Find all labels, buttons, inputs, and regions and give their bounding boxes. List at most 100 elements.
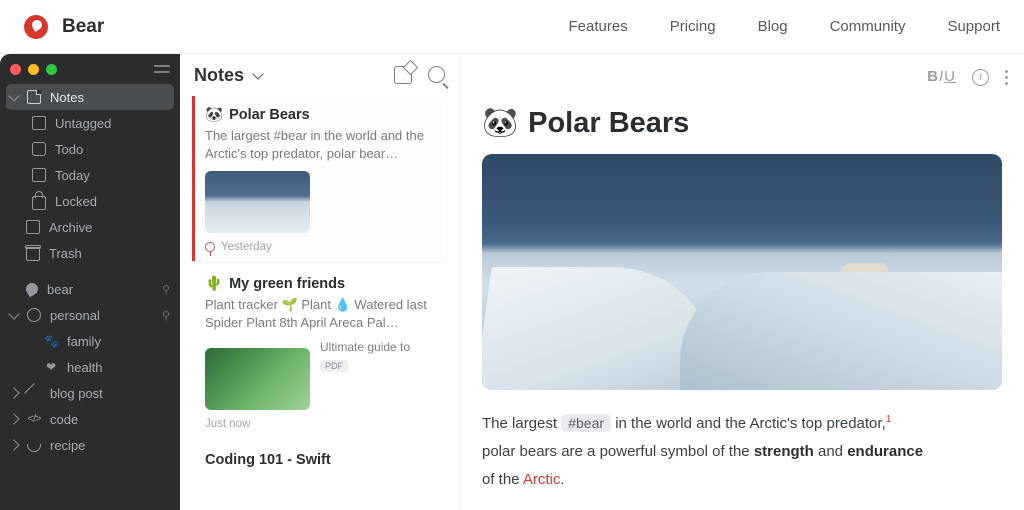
tag-item-bear[interactable]: bear ⚲ <box>0 276 180 302</box>
app-sidebar: Notes Untagged Todo Today Locked Archive… <box>0 54 180 510</box>
info-icon[interactable]: i <box>972 69 989 86</box>
tag-icon <box>32 116 46 130</box>
note-preview: Plant tracker 🌱 Plant 💧 Watered last Spi… <box>205 296 437 332</box>
nav-community[interactable]: Community <box>830 18 906 35</box>
tag-label: blog post <box>50 386 103 401</box>
sidebar-label: Untagged <box>55 116 111 131</box>
archive-icon <box>26 220 40 234</box>
tag-item-family[interactable]: 🐾 family <box>0 328 180 354</box>
sidebar-item-today[interactable]: Today <box>0 162 180 188</box>
chevron-right-icon <box>8 439 19 450</box>
pin-icon: ⚲ <box>162 309 170 322</box>
window-close-button[interactable] <box>10 64 21 75</box>
chevron-down-icon[interactable] <box>252 68 263 79</box>
attachment-type-badge: PDF <box>320 360 348 372</box>
face-icon <box>27 308 41 322</box>
plant-icon: 🌵 <box>205 275 223 292</box>
tag-item-health[interactable]: ❤ health <box>0 354 180 380</box>
note-list: 🐼 Polar Bears The largest #bear in the w… <box>180 96 459 510</box>
sidebar-item-todo[interactable]: Todo <box>0 136 180 162</box>
trash-icon <box>26 247 40 261</box>
hashtag-chip[interactable]: #bear <box>561 414 611 432</box>
nav-support[interactable]: Support <box>947 18 1000 35</box>
checkbox-icon <box>32 142 46 156</box>
document-title[interactable]: 🐼 Polar Bears <box>482 106 1002 140</box>
note-card-polar-bears[interactable]: 🐼 Polar Bears The largest #bear in the w… <box>192 96 447 261</box>
sidebar-label: Locked <box>55 194 97 209</box>
brand-name: Bear <box>62 16 104 38</box>
tag-item-recipe[interactable]: recipe <box>0 432 180 458</box>
sidebar-label: Archive <box>49 220 92 235</box>
tag-label: health <box>67 360 102 375</box>
attachment-title: Ultimate guide to <box>320 340 410 354</box>
settings-icon[interactable] <box>154 63 170 75</box>
note-card-green-friends[interactable]: 🌵 My green friends Plant tracker 🌱 Plant… <box>192 265 447 438</box>
sidebar-item-archive[interactable]: Archive <box>0 214 180 240</box>
format-biu-button[interactable]: BIU <box>927 68 956 86</box>
notes-column: Notes 🐼 Polar Bears The largest #bear in… <box>180 54 460 510</box>
paw-icon: 🐾 <box>44 334 58 348</box>
tag-item-blogpost[interactable]: blog post <box>0 380 180 406</box>
hero-image <box>482 154 1002 390</box>
lock-icon <box>32 196 46 210</box>
note-title-text: My green friends <box>229 276 345 292</box>
pin-icon <box>205 242 215 252</box>
chevron-right-icon <box>8 413 19 424</box>
note-icon <box>27 90 41 104</box>
tag-label: recipe <box>50 438 85 453</box>
tag-label: bear <box>47 282 73 297</box>
notes-title[interactable]: Notes <box>194 65 244 86</box>
notes-header: Notes <box>180 54 459 96</box>
pin-icon: ⚲ <box>162 283 170 296</box>
sidebar-label: Trash <box>49 246 82 261</box>
sidebar-label: Notes <box>50 90 84 105</box>
sidebar-label: Todo <box>55 142 83 157</box>
note-date: Just now <box>205 418 250 430</box>
code-icon: </> <box>27 412 41 426</box>
search-icon[interactable] <box>428 66 445 83</box>
chevron-down-icon <box>8 90 19 101</box>
tag-item-code[interactable]: </> code <box>0 406 180 432</box>
note-preview: The largest #bear in the world and the A… <box>205 127 437 163</box>
attachment-meta: Ultimate guide to PDF <box>320 340 410 410</box>
compose-icon[interactable] <box>394 66 412 84</box>
nav-pricing[interactable]: Pricing <box>670 18 716 35</box>
note-date: Yesterday <box>221 241 272 253</box>
sidebar-item-untagged[interactable]: Untagged <box>0 110 180 136</box>
chevron-down-icon <box>8 308 19 319</box>
editor-pane: BIU i 🐼 Polar Bears The largest #bear in… <box>460 54 1024 510</box>
feather-icon <box>24 383 44 403</box>
chevron-right-icon <box>8 387 19 398</box>
sidebar-item-trash[interactable]: Trash <box>0 240 180 266</box>
heart-icon: ❤ <box>44 360 58 374</box>
editor-toolbar: BIU i <box>927 68 1008 86</box>
window-zoom-button[interactable] <box>46 64 57 75</box>
tag-item-personal[interactable]: personal ⚲ <box>0 302 180 328</box>
window-controls <box>0 54 180 84</box>
nav-features[interactable]: Features <box>569 18 628 35</box>
bowl-icon <box>27 444 41 452</box>
site-header: Bear Features Pricing Blog Community Sup… <box>0 0 1024 54</box>
sidebar-label: Today <box>55 168 90 183</box>
bear-icon <box>24 281 40 297</box>
panda-icon: 🐼 <box>482 106 518 140</box>
note-card-coding-101[interactable]: Coding 101 - Swift <box>192 442 447 476</box>
calendar-icon <box>32 168 46 182</box>
sidebar-item-notes[interactable]: Notes <box>6 84 174 110</box>
note-title-text: Coding 101 - Swift <box>205 452 331 468</box>
sidebar-item-locked[interactable]: Locked <box>0 188 180 214</box>
footnote-ref[interactable]: 1 <box>886 414 892 425</box>
note-thumbnail <box>205 171 310 233</box>
window-minimize-button[interactable] <box>28 64 39 75</box>
panda-icon: 🐼 <box>205 106 223 123</box>
note-thumbnail <box>205 348 310 410</box>
nav-blog[interactable]: Blog <box>758 18 788 35</box>
bear-logo-icon <box>24 15 48 39</box>
polar-bear-figure <box>840 263 888 285</box>
tag-label: family <box>67 334 101 349</box>
site-nav: Features Pricing Blog Community Support <box>569 18 1001 35</box>
document-body[interactable]: The largest #bear in the world and the A… <box>482 410 1002 493</box>
more-icon[interactable] <box>1005 70 1008 85</box>
tag-label: personal <box>50 308 100 323</box>
link-arctic[interactable]: Arctic <box>523 471 561 488</box>
